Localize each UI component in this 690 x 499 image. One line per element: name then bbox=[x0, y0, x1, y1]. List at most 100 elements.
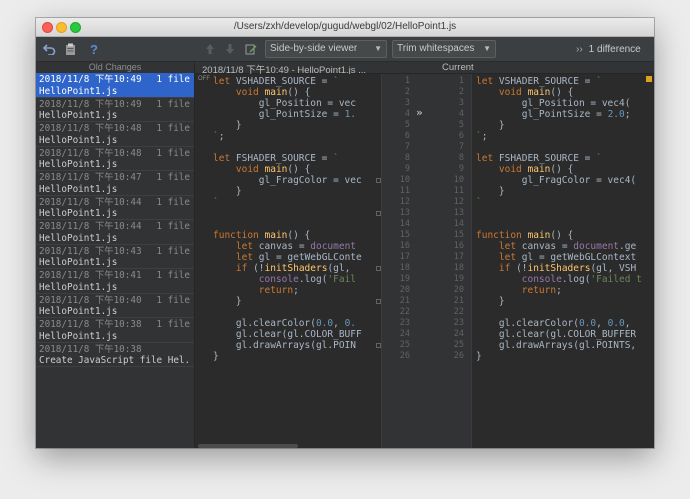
history-item[interactable]: 2018/11/8 下午10:40 1 file HelloPoint1.js bbox=[36, 294, 194, 318]
left-line-number: 8 bbox=[404, 153, 410, 163]
clipboard-icon[interactable] bbox=[62, 40, 78, 58]
left-line-number: 25 bbox=[399, 340, 410, 350]
history-file-name: HelloPoint1.js bbox=[39, 208, 118, 219]
window-title: /Users/zxh/develop/gugud/webgl/02/HelloP… bbox=[233, 21, 457, 32]
right-code-line: gl.clear(gl.COLOR_BUFFER bbox=[476, 329, 637, 340]
history-item[interactable]: 2018/11/8 下午10:49 1 file HelloPoint1.js bbox=[36, 73, 194, 98]
right-code-line: function main() { bbox=[476, 230, 574, 241]
history-item[interactable]: 2018/11/8 下午10:44 1 file HelloPoint1.js bbox=[36, 196, 194, 220]
left-line-number: 10 bbox=[399, 175, 410, 185]
history-item[interactable]: 2018/11/8 下午10:44 1 file HelloPoint1.js bbox=[36, 220, 194, 245]
history-file-count: 1 file bbox=[156, 172, 190, 183]
history-file-count: 1 file bbox=[156, 74, 190, 85]
history-item[interactable]: 2018/11/8 下午10:38 1 file HelloPoint1.js bbox=[36, 318, 194, 343]
right-line-number: 11 bbox=[453, 186, 464, 196]
left-line-number: 22 bbox=[399, 307, 410, 317]
left-code-line: let FSHADER_SOURCE = ` bbox=[213, 153, 339, 164]
history-file-name: HelloPoint1.js bbox=[39, 306, 118, 317]
history-item[interactable]: 2018/11/8 下午10:47 1 file HelloPoint1.js bbox=[36, 171, 194, 196]
up-arrow-icon[interactable] bbox=[202, 40, 218, 58]
toolbar: ? Side-by-side viewer ▼ Trim whitespaces… bbox=[36, 37, 654, 62]
left-code-line: void main() { bbox=[235, 87, 311, 98]
right-line-number: 20 bbox=[453, 285, 464, 295]
history-item[interactable]: 2018/11/8 下午10:41 1 file HelloPoint1.js bbox=[36, 269, 194, 294]
right-code-line bbox=[472, 219, 476, 230]
whitespace-dropdown[interactable]: Trim whitespaces ▼ bbox=[392, 40, 496, 58]
history-item[interactable]: 2018/11/8 下午10:48 1 file HelloPoint1.js bbox=[36, 147, 194, 171]
left-line-number: 5 bbox=[404, 120, 410, 130]
down-arrow-icon[interactable] bbox=[222, 40, 238, 58]
warning-marker-icon[interactable] bbox=[646, 76, 652, 82]
left-code-line: return; bbox=[258, 285, 299, 296]
right-code-line bbox=[472, 208, 476, 219]
right-code-line: `; bbox=[476, 131, 488, 142]
right-code-pane[interactable]: let VSHADER_SOURCE = ` void main() { gl_… bbox=[472, 74, 654, 448]
right-line-number: 15 bbox=[453, 230, 464, 240]
right-code-line: } bbox=[476, 296, 505, 307]
diff-editor: OFF let VSHADER_SOURCE = ` void main() {… bbox=[195, 74, 654, 448]
left-code-line: let gl = getWebGLConte bbox=[235, 252, 362, 263]
right-line-number: 14 bbox=[453, 219, 464, 229]
right-code-line: let gl = getWebGLContext bbox=[498, 252, 637, 263]
history-item[interactable]: 2018/11/8 下午10:43 1 file HelloPoint1.js bbox=[36, 245, 194, 269]
left-line-number: 17 bbox=[399, 252, 410, 262]
right-code-line: ` bbox=[476, 197, 482, 208]
whitespace-label: Trim whitespaces bbox=[397, 43, 475, 54]
left-code-line: gl_PointSize = 1. bbox=[213, 109, 357, 120]
right-code-line: let FSHADER_SOURCE = ` bbox=[476, 153, 602, 164]
left-code-line: ` bbox=[213, 197, 219, 208]
sidebar-header: Old Changes bbox=[88, 62, 142, 72]
history-file-name: HelloPoint1.js bbox=[39, 85, 118, 97]
history-file-count: 1 file bbox=[156, 270, 190, 281]
left-line-number: 7 bbox=[404, 142, 410, 152]
right-code-line: void main() { bbox=[498, 87, 574, 98]
left-code-pane[interactable]: OFF let VSHADER_SOURCE = ` void main() {… bbox=[195, 74, 381, 448]
help-icon[interactable]: ? bbox=[86, 40, 102, 58]
left-code-line: } bbox=[213, 186, 242, 197]
history-file-count: 1 file bbox=[156, 294, 190, 306]
history-item[interactable]: 2018/11/8 下午10:49 1 file HelloPoint1.js bbox=[36, 98, 194, 122]
history-item[interactable]: 2018/11/8 下午10:48 1 file HelloPoint1.js bbox=[36, 122, 194, 147]
left-line-number: 11 bbox=[399, 186, 410, 196]
right-line-number: 7 bbox=[458, 142, 464, 152]
left-code-line bbox=[195, 307, 213, 318]
diff-count: ›› 1 difference bbox=[576, 44, 641, 55]
left-line-number: 20 bbox=[399, 285, 410, 295]
right-code-line: gl_FragColor = vec4( bbox=[476, 175, 637, 186]
right-code-line: console.log('Failed t bbox=[521, 274, 642, 285]
history-file-name: HelloPoint1.js bbox=[39, 134, 118, 146]
diff-header: 2018/11/8 下午10:49 - HelloPoint1.js ... C… bbox=[195, 62, 654, 76]
right-line-number: 3 bbox=[458, 98, 464, 108]
left-code-line: void main() { bbox=[235, 164, 311, 175]
title-bar: /Users/zxh/develop/gugud/webgl/02/HelloP… bbox=[36, 18, 654, 37]
history-file-name: HelloPoint1.js bbox=[39, 281, 118, 293]
right-code-line: } bbox=[476, 186, 505, 197]
right-code-line: gl.clearColor(0.0, 0.0, bbox=[476, 318, 637, 329]
history-timestamp: 2018/11/8 下午10:38 bbox=[39, 343, 142, 355]
left-horizontal-scrollbar[interactable] bbox=[198, 444, 298, 448]
apply-change-arrow-icon[interactable]: » bbox=[416, 106, 423, 119]
revert-icon[interactable] bbox=[40, 40, 58, 58]
left-line-number: 14 bbox=[399, 219, 410, 229]
edit-icon[interactable] bbox=[243, 40, 259, 58]
right-code-line: } bbox=[476, 351, 482, 362]
history-file-name: Create JavaScript file Hel... bbox=[39, 355, 191, 366]
viewer-mode-dropdown[interactable]: Side-by-side viewer ▼ bbox=[265, 40, 387, 58]
right-code-line: gl_Position = vec4( bbox=[476, 98, 631, 109]
history-file-count: 1 file bbox=[156, 221, 190, 232]
left-code-line: gl_FragColor = vec bbox=[213, 175, 362, 186]
history-item[interactable]: 2018/11/8 下午10:38 Create JavaScript file … bbox=[36, 343, 194, 367]
right-pane-title: Current bbox=[442, 62, 474, 73]
double-chevron-icon[interactable]: ›› bbox=[576, 44, 583, 55]
history-file-count: 1 file bbox=[156, 123, 190, 134]
left-line-number: 16 bbox=[399, 241, 410, 251]
history-file-count: 1 file bbox=[156, 196, 190, 208]
line-number-gutter: » 1 1 2 2 3 3 4 4 5 5 6 6 7 7 8 8 9 9 10 10 11 11 12 12 13 13 14 14… bbox=[381, 74, 472, 448]
left-code-line: `; bbox=[213, 131, 225, 142]
right-code-line bbox=[472, 142, 476, 153]
left-line-number: 24 bbox=[399, 329, 410, 339]
right-line-number: 17 bbox=[453, 252, 464, 262]
history-sidebar: Old Changes 2018/11/8 下午10:49 1 file Hello… bbox=[36, 62, 195, 448]
diff-count-label: 1 difference bbox=[588, 44, 641, 55]
left-code-line: function main() { bbox=[213, 230, 311, 241]
